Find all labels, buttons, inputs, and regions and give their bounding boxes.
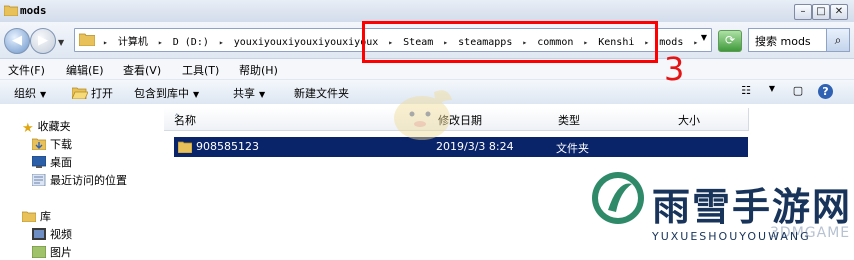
recent-pages-dropdown-icon[interactable]: ▼ — [58, 38, 64, 47]
chevron-right-icon[interactable]: ▸ — [693, 38, 698, 47]
column-header-size[interactable]: 大小 — [668, 108, 749, 131]
annotation-highlight-box — [362, 21, 658, 63]
breadcrumb-drive[interactable]: D (D:) — [173, 37, 209, 48]
minimize-button[interactable]: – — [794, 4, 812, 20]
new-folder-label: 新建文件夹 — [294, 87, 349, 100]
downloads-folder-icon — [32, 138, 46, 150]
mascot-watermark — [394, 90, 452, 140]
new-folder-button[interactable]: 新建文件夹 — [294, 85, 349, 101]
recent-places-icon — [32, 174, 46, 186]
sidebar-item-libraries[interactable]: 库 — [22, 208, 51, 224]
open-button[interactable]: 打开 — [71, 85, 113, 101]
sidebar-item-downloads[interactable]: 下载 — [32, 136, 72, 152]
site-logo-icon — [592, 172, 644, 224]
menu-edit[interactable]: 编辑(E) — [66, 62, 104, 78]
help-icon[interactable]: ? — [818, 84, 833, 99]
desktop-icon — [32, 156, 46, 168]
include-library-button[interactable]: 包含到库中 ▼ — [134, 85, 199, 101]
sidebar-item-label: 收藏夹 — [37, 120, 71, 133]
address-history-dropdown-icon[interactable]: ▼ — [701, 33, 707, 42]
library-icon — [22, 211, 36, 222]
chevron-down-icon: ▼ — [193, 90, 200, 99]
folder-icon — [178, 141, 192, 153]
sidebar-item-label: 下载 — [50, 138, 72, 151]
sidebar-item-favorites[interactable]: ★ 收藏夹 — [22, 118, 71, 136]
refresh-icon: ⟳ — [724, 33, 736, 47]
share-label: 共享 — [233, 87, 255, 100]
menu-tools[interactable]: 工具(T) — [182, 62, 219, 78]
view-options-icon[interactable]: ☷ — [738, 84, 754, 98]
forward-arrow-icon: ▶ — [38, 33, 48, 48]
title-bar: mods – □ ✕ — [0, 0, 854, 23]
menu-help[interactable]: 帮助(H) — [239, 62, 278, 78]
column-header-label: 大小 — [678, 114, 700, 127]
chevron-down-icon: ▼ — [259, 90, 266, 99]
organize-label: 组织 — [14, 87, 36, 100]
chevron-right-icon[interactable]: ▸ — [103, 38, 108, 47]
sidebar-item-recent[interactable]: 最近访问的位置 — [32, 172, 127, 188]
chevron-down-icon[interactable]: ▼ — [764, 84, 780, 98]
breadcrumb-mods[interactable]: mods — [659, 37, 683, 48]
chevron-down-icon: ▼ — [40, 90, 47, 99]
folder-icon — [79, 33, 95, 46]
forward-button[interactable]: ▶ — [30, 28, 56, 54]
organize-button[interactable]: 组织 ▼ — [14, 85, 46, 101]
open-label: 打开 — [91, 87, 113, 100]
file-name: 908585123 — [196, 140, 259, 153]
share-button[interactable]: 共享 ▼ — [233, 85, 265, 101]
menu-file[interactable]: 文件(F) — [8, 62, 45, 78]
open-folder-icon — [71, 87, 89, 100]
annotation-step-number: 3 — [664, 50, 685, 88]
include-library-label: 包含到库中 — [134, 87, 189, 100]
sidebar-item-label: 库 — [40, 210, 51, 223]
watermark-subtitle: YUXUESHOUYOUWANG — [652, 230, 811, 243]
menu-view[interactable]: 查看(V) — [123, 62, 161, 78]
sidebar-item-pictures[interactable]: 图片 — [32, 244, 72, 260]
chevron-right-icon[interactable]: ▸ — [219, 38, 224, 47]
sidebar-item-videos[interactable]: 视频 — [32, 226, 72, 242]
search-placeholder: 搜索 mods — [755, 35, 811, 48]
column-header-label: 类型 — [558, 114, 580, 127]
sidebar-item-desktop[interactable]: 桌面 — [32, 154, 72, 170]
back-button[interactable]: ◀ — [4, 28, 30, 54]
sidebar-item-label: 桌面 — [50, 156, 72, 169]
sidebar-item-label: 视频 — [50, 228, 72, 241]
chevron-right-icon[interactable]: ▸ — [158, 38, 163, 47]
back-arrow-icon: ◀ — [12, 33, 22, 48]
breadcrumb-computer[interactable]: 计算机 — [118, 37, 148, 48]
column-header-label: 名称 — [174, 114, 196, 127]
folder-icon — [4, 5, 18, 16]
breadcrumb-youxi[interactable]: youxiyouxiyouxiyouxiyoux — [234, 37, 379, 48]
watermark-title: 雨雪手游网 — [652, 184, 853, 229]
search-input[interactable]: 搜索 mods ⌕ — [748, 28, 850, 52]
search-icon[interactable]: ⌕ — [826, 29, 849, 51]
file-type: 文件夹 — [556, 142, 589, 155]
navigation-pane: ★ 收藏夹 下载 桌面 最近访问的位置 库 视频 图片 — [0, 104, 159, 259]
video-icon — [32, 228, 46, 240]
sidebar-item-label: 最近访问的位置 — [50, 174, 127, 187]
maximize-button[interactable]: □ — [812, 4, 830, 20]
pictures-icon — [32, 246, 46, 258]
column-header-type[interactable]: 类型 — [548, 108, 669, 131]
preview-pane-icon[interactable]: ▢ — [790, 84, 806, 98]
window-title: mods — [20, 4, 47, 17]
star-icon: ★ — [22, 121, 34, 136]
close-button[interactable]: ✕ — [830, 4, 848, 20]
refresh-button[interactable]: ⟳ — [718, 30, 742, 52]
